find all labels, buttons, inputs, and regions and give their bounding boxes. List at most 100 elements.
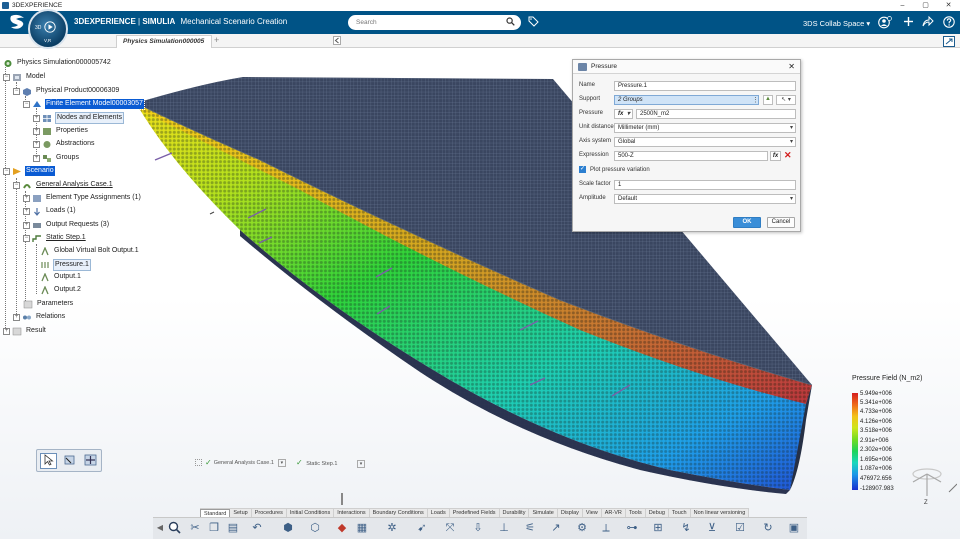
collapse-icon[interactable]: − (23, 100, 30, 108)
collapse-icon[interactable]: − (3, 73, 10, 81)
tree-node-scenario[interactable]: − Scenario (3, 165, 56, 177)
part-icon[interactable]: ⬢ (281, 521, 295, 535)
copy-icon[interactable]: ❐ (207, 521, 221, 535)
tab-predefined-fields[interactable]: Predefined Fields (450, 509, 500, 517)
expand-icon[interactable]: + (33, 154, 40, 162)
chevron-down-icon[interactable]: ▾ (277, 458, 286, 467)
refresh-icon[interactable]: ↻ (761, 521, 775, 535)
fastener-icon[interactable]: ⚟ (523, 521, 537, 535)
save-icon[interactable]: ▣ (787, 521, 801, 535)
cancel-button[interactable]: Cancel (767, 217, 795, 228)
expand-icon[interactable]: + (33, 127, 40, 135)
tree-node-result[interactable]: + Result (3, 326, 47, 336)
undo-icon[interactable]: ↶ (250, 521, 264, 535)
collapse-icon[interactable]: − (3, 167, 10, 175)
scale-factor-field[interactable]: 1 (614, 180, 796, 190)
table-icon[interactable]: ▦ (355, 521, 369, 535)
static-step-status[interactable]: ✓ Static Step.1 ▾ (296, 458, 365, 468)
connection-icon[interactable]: ⤧ (443, 521, 457, 535)
tab-setup[interactable]: Setup (230, 509, 252, 517)
expression-fx-button[interactable]: fx (770, 151, 781, 161)
search-icon[interactable] (506, 17, 516, 27)
plot-pressure-checkbox[interactable]: ✓ (579, 166, 586, 173)
color-material-icon[interactable]: ◆ (335, 521, 349, 535)
selection-filter-icon[interactable] (82, 453, 99, 469)
tree-node-groups[interactable]: + Groups (33, 153, 80, 163)
tab-physics-simulation[interactable]: Physics Simulation000005 (116, 35, 212, 48)
tree-node-output1[interactable]: Output.1 (40, 272, 82, 282)
help-icon[interactable] (943, 16, 955, 31)
add-tab-button[interactable]: + (214, 35, 219, 45)
amplitude-select[interactable]: Default (614, 194, 796, 204)
unit-distance-select[interactable]: Millimeter (mm) (614, 123, 796, 133)
collapse-icon[interactable]: − (23, 234, 30, 242)
collapse-tree-button[interactable] (333, 36, 341, 45)
tree-node-analysis-case[interactable]: − General Analysis Case.1 (13, 180, 114, 190)
tree-node-loads[interactable]: + Loads (1) (23, 206, 77, 216)
tree-node-parameters[interactable]: Parameters (23, 299, 74, 309)
share-icon[interactable] (922, 15, 934, 30)
plot-pressure-row[interactable]: ✓ Plot pressure variation (579, 166, 650, 173)
tab-display[interactable]: Display (558, 509, 583, 517)
tree-node-pressure[interactable]: Pressure.1 (40, 259, 91, 271)
tab-standard[interactable]: Standard (200, 509, 231, 517)
tab-procedures[interactable]: Procedures (252, 509, 287, 517)
tree-node-abstractions[interactable]: + Abstractions (33, 139, 96, 149)
select-arrow-icon[interactable] (40, 453, 57, 469)
tree-node-relations[interactable]: + Relations (13, 312, 66, 322)
tree-node-root[interactable]: Physics Simulation000005742 (3, 58, 112, 68)
mesh-part-icon[interactable]: ⬡ (308, 521, 322, 535)
coupling-icon[interactable]: ⊶ (625, 521, 639, 535)
tab-simulate[interactable]: Simulate (529, 509, 558, 517)
expression-field[interactable]: 500-Z (614, 151, 768, 161)
support-field[interactable]: 2 Groups (614, 95, 759, 105)
tree-node-output2[interactable]: Output.2 (40, 285, 82, 295)
tab-ar-vr[interactable]: AR-VR (602, 509, 626, 517)
collab-space-selector[interactable]: 3DS Collab Space ▾ (803, 19, 870, 28)
support-options-icon[interactable]: ⋮ (752, 96, 759, 104)
panel-splitter[interactable] (341, 493, 343, 505)
pressure-fx-selector[interactable]: fx (614, 109, 633, 119)
plot-icon[interactable]: ↯ (679, 521, 693, 535)
ds-logo-icon[interactable] (8, 13, 28, 31)
tab-non-linear-versioning[interactable]: Non linear versioning (691, 509, 750, 517)
tree-node-static-step[interactable]: − Static Step.1 (23, 233, 87, 243)
tree-node-product[interactable]: − Physical Product00006309 (13, 86, 120, 96)
tree-node-nodes[interactable]: + Nodes and Elements (33, 112, 124, 124)
tab-loads[interactable]: Loads (428, 509, 450, 517)
tree-node-element-type[interactable]: + Element Type Assignments (1) (23, 193, 142, 203)
selection-trap-icon[interactable] (61, 453, 78, 469)
expand-icon[interactable]: + (33, 114, 40, 122)
tab-view[interactable]: View (583, 509, 602, 517)
add-icon[interactable] (903, 16, 914, 30)
expand-icon[interactable]: + (33, 140, 40, 148)
tab-interactions[interactable]: Interactions (334, 509, 370, 517)
clear-expression-icon[interactable]: ✕ (784, 150, 792, 161)
load-arrow-icon[interactable]: ⇩ (471, 521, 485, 535)
support-up-icon[interactable]: ▲ (763, 95, 773, 105)
select-mode-icon[interactable]: ↖ ▾ (776, 95, 796, 105)
tab-durability[interactable]: Durability (500, 509, 530, 517)
tab-touch[interactable]: Touch (669, 509, 691, 517)
user-profile-icon[interactable] (878, 16, 892, 32)
expand-icon[interactable]: + (23, 207, 30, 215)
scroll-left-icon[interactable]: ◀ (153, 521, 167, 535)
tree-node-fem[interactable]: − Finite Element Model00003057 (23, 98, 145, 110)
paste-icon[interactable]: ▤ (226, 521, 240, 535)
expand-icon[interactable]: + (23, 194, 30, 202)
sensor-icon[interactable]: ⚙ (575, 521, 589, 535)
collapse-icon[interactable]: − (13, 87, 20, 95)
tab-boundary-conditions[interactable]: Boundary Conditions (370, 509, 428, 517)
axis-system-select[interactable]: Global (614, 137, 796, 147)
tree-node-output-requests[interactable]: + Output Requests (3) (23, 220, 110, 230)
constraint-icon[interactable]: ⟂ (599, 521, 613, 535)
tab-initial-conditions[interactable]: Initial Conditions (287, 509, 335, 517)
expand-icon[interactable]: + (13, 313, 20, 321)
maximize-button[interactable]: ▢ (914, 0, 937, 11)
curve-icon[interactable]: ↗ (549, 521, 563, 535)
model-viewport[interactable] (0, 60, 960, 510)
close-window-button[interactable]: ✕ (937, 0, 960, 11)
expand-icon[interactable]: + (3, 327, 10, 335)
chevron-down-icon[interactable]: ▾ (356, 460, 365, 468)
collapse-icon[interactable]: − (13, 181, 20, 189)
